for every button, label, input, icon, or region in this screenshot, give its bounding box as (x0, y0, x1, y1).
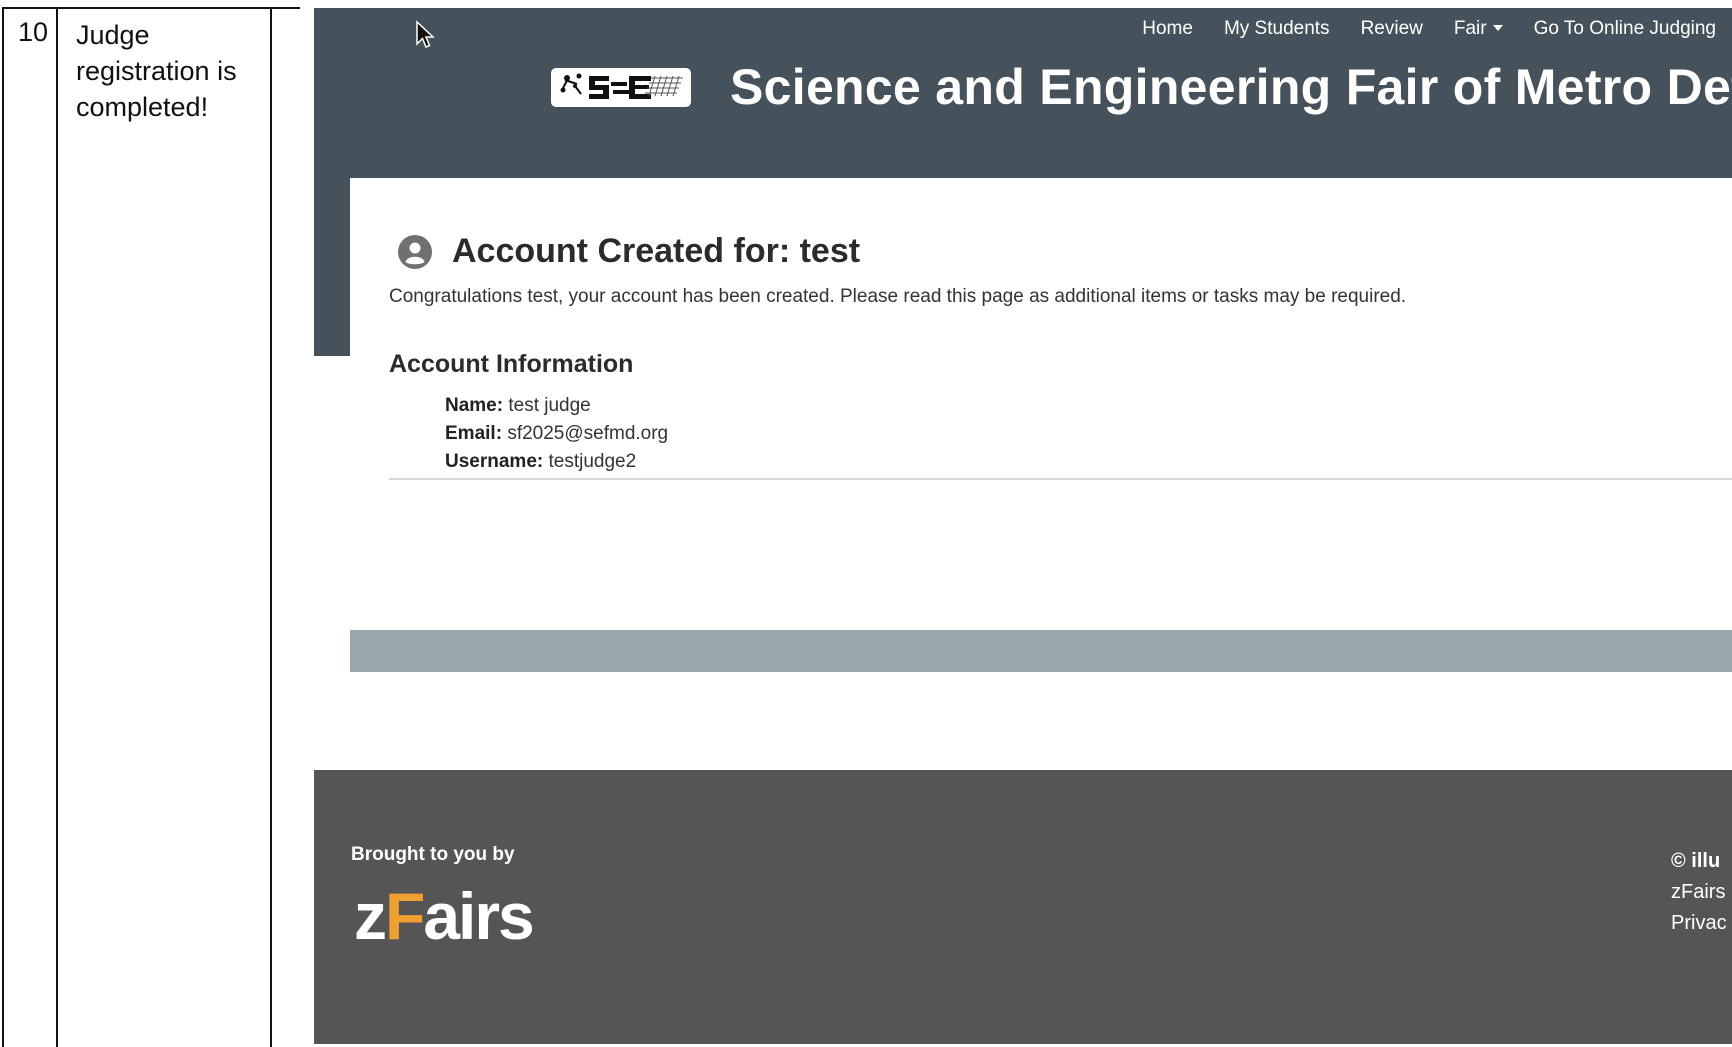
row-number: 10 (18, 17, 49, 47)
footer-link-privacy[interactable]: Privac (1671, 908, 1727, 939)
nav-online-judging[interactable]: Go To Online Judging (1534, 18, 1716, 40)
footer-link-zfairs[interactable]: zFairs (1671, 877, 1727, 908)
nav-my-students[interactable]: My Students (1224, 18, 1330, 40)
site-title: Science and Engineering Fair of Metro De… (730, 59, 1732, 115)
name-label: Name: (445, 395, 504, 416)
account-info-heading: Account Information (389, 350, 634, 378)
copyright-text: © illu (1671, 850, 1721, 872)
page-heading: Account Created for: test (398, 232, 860, 271)
username-value: testjudge2 (548, 451, 637, 472)
fair-logo[interactable] (551, 68, 691, 107)
account-info-list: Name: test judge Email: sf2025@sefmd.org… (445, 392, 668, 476)
page-title: Account Created for: test (452, 232, 861, 270)
site-footer: Brought to you by zFairs © illu zFairs P… (314, 770, 1732, 1044)
row-description: Judge registration is completed! (76, 20, 237, 122)
card-footer-bar (350, 630, 1732, 672)
footer-links: © illu zFairs Privac (1671, 846, 1727, 939)
table-column-divider (56, 9, 58, 1047)
nav-fair-dropdown[interactable]: Fair (1454, 18, 1503, 40)
info-username-row: Username: testjudge2 (445, 448, 668, 476)
brought-by-label: Brought to you by (351, 844, 515, 865)
zfairs-logo-f: F (385, 879, 425, 953)
caret-down-icon (1492, 25, 1503, 31)
zfairs-logo[interactable]: zFairs (354, 878, 535, 954)
info-email-row: Email: sf2025@sefmd.org (445, 420, 668, 448)
nav-fair-label: Fair (1453, 18, 1487, 39)
email-value: sf2025@sefmd.org (507, 423, 669, 444)
user-circle-icon (398, 234, 432, 269)
fair-logo-graphic (560, 73, 683, 99)
nav-home[interactable]: Home (1142, 18, 1193, 40)
embedded-screenshot: Home My Students Review Fair Go To Onlin… (314, 8, 1732, 1044)
nav-review[interactable]: Review (1361, 18, 1423, 40)
top-navbar: Home My Students Review Fair Go To Onlin… (1142, 18, 1716, 40)
zfairs-logo-z: z (354, 879, 387, 953)
section-divider (389, 478, 1732, 480)
zfairs-logo-rest: airs (423, 879, 534, 953)
congrats-message: Congratulations test, your account has b… (389, 286, 1407, 307)
name-value: test judge (508, 395, 591, 416)
email-label: Email: (445, 423, 503, 444)
username-label: Username: (445, 451, 544, 472)
info-name-row: Name: test judge (445, 392, 668, 420)
account-card: Account Created for: test Congratulation… (350, 178, 1732, 628)
mouse-pointer-icon (416, 20, 435, 48)
document-table: 10 Judge registration is completed! (2, 7, 300, 1047)
table-column-divider (270, 9, 272, 1047)
